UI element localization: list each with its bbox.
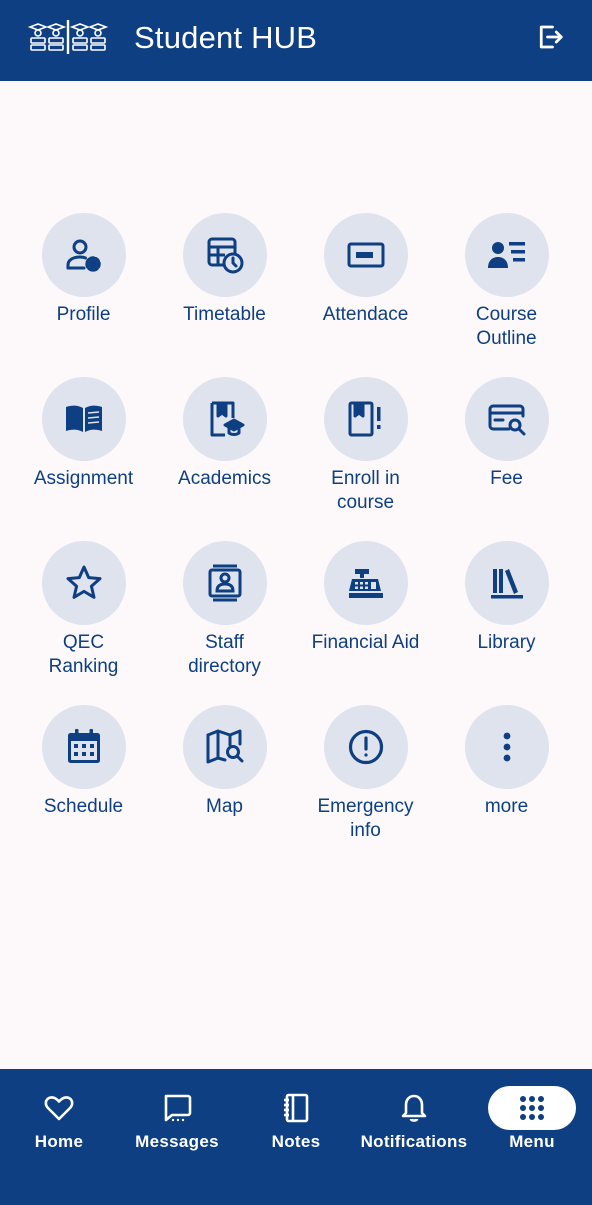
nav-item-messages[interactable]: Messages	[118, 1069, 236, 1169]
nav-item-menu[interactable]: Menu	[473, 1069, 591, 1169]
menu-tile-profile[interactable]: Profile	[13, 213, 154, 377]
tile-label: Staff directory	[188, 632, 261, 677]
tile-label: Timetable	[183, 304, 266, 325]
calendar-icon	[67, 729, 100, 763]
logout-icon	[539, 25, 563, 49]
nav-item-notes[interactable]: Notes	[237, 1069, 355, 1169]
tile-label: Academics	[178, 468, 271, 489]
cash-register-icon	[348, 569, 383, 598]
message-icon	[164, 1094, 192, 1122]
nav-item-home[interactable]: Home	[0, 1069, 118, 1169]
app-header: Student HUB	[0, 0, 592, 81]
nav-icon-wrap	[133, 1086, 221, 1130]
tile-label: Assignment	[33, 468, 134, 489]
tile-label: Emergency info	[317, 796, 414, 841]
enroll-book-icon	[348, 401, 380, 437]
nav-icon-wrap	[252, 1086, 340, 1130]
academics-icon	[210, 401, 244, 437]
grid-dots-icon	[520, 1096, 544, 1120]
menu-tile-staff-directory[interactable]: Staff directory	[154, 541, 295, 705]
tile-label: Profile	[56, 304, 111, 325]
tile-icon-circle	[41, 377, 126, 461]
menu-tile-library[interactable]: Library	[436, 541, 577, 705]
nav-icon-wrap-active	[488, 1086, 576, 1130]
tile-icon-circle	[182, 705, 267, 789]
menu-tile-emergency-info[interactable]: Emergency info	[295, 705, 436, 869]
menu-tile-attendance[interactable]: Attendace	[295, 213, 436, 377]
tile-icon-circle	[323, 541, 408, 625]
menu-tile-academics[interactable]: Academics	[154, 377, 295, 541]
profile-settings-icon	[66, 239, 101, 272]
tile-icon-circle	[182, 377, 267, 461]
menu-tile-enroll[interactable]: Enroll in course	[295, 377, 436, 541]
menu-tile-map[interactable]: Map	[154, 705, 295, 869]
tile-icon-circle	[41, 705, 126, 789]
menu-grid: Profile Timetable Attendace Course Outli…	[13, 213, 577, 869]
logout-button[interactable]	[533, 20, 567, 54]
tile-label: Financial Aid	[311, 632, 420, 653]
student-hub-app: Student HUB Profile Timetable Attendace …	[0, 0, 592, 1205]
menu-tile-more[interactable]: more	[436, 705, 577, 869]
nav-label: Messages	[135, 1132, 219, 1151]
students-group-logo	[27, 18, 109, 56]
menu-row: QEC Ranking Staff directory Financial Ai…	[13, 541, 577, 705]
tile-icon-circle	[464, 213, 549, 297]
tile-label: more	[484, 796, 529, 817]
nav-item-notifications[interactable]: Notifications	[355, 1069, 473, 1169]
id-card-icon	[347, 242, 384, 268]
nav-label: Notes	[271, 1132, 321, 1151]
menu-tile-timetable[interactable]: Timetable	[154, 213, 295, 377]
menu-tile-qec-ranking[interactable]: QEC Ranking	[13, 541, 154, 705]
tile-icon-circle	[464, 705, 549, 789]
more-vertical-icon	[503, 732, 510, 762]
notebook-icon	[284, 1093, 309, 1123]
tile-icon-circle	[182, 213, 267, 297]
tile-label: QEC Ranking	[48, 632, 119, 677]
menu-tile-assignment[interactable]: Assignment	[13, 377, 154, 541]
tile-label: Library	[477, 632, 536, 653]
nav-label: Notifications	[360, 1132, 468, 1151]
tile-label: Attendace	[322, 304, 409, 325]
nav-label: Home	[34, 1132, 84, 1151]
tile-icon-circle	[41, 213, 126, 297]
tile-icon-circle	[464, 377, 549, 461]
open-book-icon	[65, 405, 102, 432]
tile-label: Enroll in course	[331, 468, 400, 513]
star-icon	[66, 565, 101, 599]
tile-label: Course Outline	[475, 304, 538, 349]
app-title: Student HUB	[134, 20, 318, 55]
menu-row: Assignment Academics Enroll in course Fe…	[13, 377, 577, 541]
nav-label: Menu	[509, 1132, 555, 1151]
tile-label: Schedule	[43, 796, 124, 817]
menu-row: Profile Timetable Attendace Course Outli…	[13, 213, 577, 377]
tile-icon-circle	[464, 541, 549, 625]
library-books-icon	[490, 569, 523, 599]
tile-icon-circle	[323, 705, 408, 789]
tile-label: Fee	[490, 468, 523, 489]
alert-circle-icon	[348, 729, 383, 765]
menu-tile-course-outline[interactable]: Course Outline	[436, 213, 577, 377]
timetable-icon	[207, 237, 243, 274]
menu-row: Schedule Map Emergency info more	[13, 705, 577, 869]
tile-label: Map	[206, 796, 243, 817]
fee-search-icon	[488, 404, 525, 436]
tile-icon-circle	[323, 213, 408, 297]
heart-icon	[44, 1096, 74, 1121]
course-outline-icon	[487, 242, 525, 268]
bottom-navigation: Home Messages Notes Notifications Menu	[0, 1069, 592, 1205]
menu-tile-financial-aid[interactable]: Financial Aid	[295, 541, 436, 705]
menu-tile-fee[interactable]: Fee	[436, 377, 577, 541]
staff-directory-icon	[208, 564, 241, 602]
menu-tile-schedule[interactable]: Schedule	[13, 705, 154, 869]
tile-icon-circle	[323, 377, 408, 461]
bell-icon	[401, 1094, 427, 1122]
tile-icon-circle	[182, 541, 267, 625]
tile-icon-circle	[41, 541, 126, 625]
map-search-icon	[206, 729, 243, 764]
nav-icon-wrap	[370, 1086, 458, 1130]
nav-icon-wrap	[15, 1086, 103, 1130]
